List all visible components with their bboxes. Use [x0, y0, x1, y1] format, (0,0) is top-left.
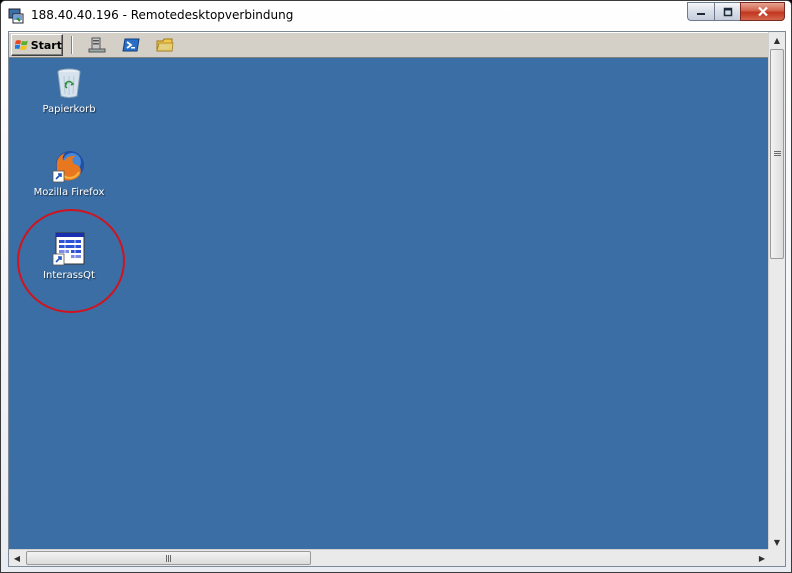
horizontal-scrollbar[interactable]: ◀ ▶	[9, 549, 770, 566]
taskbar-separator	[71, 36, 73, 54]
close-button[interactable]	[740, 2, 785, 21]
remote-desktop-area[interactable]: Start Papierkorb Mozilla Firefox Interas…	[8, 31, 786, 567]
caption-buttons	[687, 2, 785, 22]
scroll-down-button[interactable]: ▼	[769, 534, 785, 550]
close-icon	[757, 6, 768, 17]
server-manager-icon[interactable]	[88, 36, 106, 54]
grip-icon	[165, 554, 172, 562]
minimize-icon	[697, 12, 705, 15]
explorer-folder-icon[interactable]	[156, 36, 174, 54]
vertical-scrollbar[interactable]: ▲ ▼	[768, 32, 785, 550]
remote-taskbar: Start	[9, 32, 777, 58]
arrow-left-icon: ◀	[13, 553, 21, 563]
powershell-icon[interactable]	[122, 36, 140, 54]
start-button[interactable]: Start	[11, 34, 63, 56]
scroll-up-button[interactable]: ▲	[769, 32, 785, 48]
desktop-icon-firefox[interactable]: Mozilla Firefox	[31, 149, 107, 198]
windows-logo-icon	[15, 40, 28, 50]
remote-desktop-window: 188.40.40.196 - Remotedesktopverbindung	[0, 0, 792, 573]
desktop-icon-label: Papierkorb	[42, 104, 96, 115]
arrow-down-icon: ▼	[773, 537, 781, 547]
desktop-icon-recycle-bin[interactable]: Papierkorb	[31, 66, 107, 115]
window-title: 188.40.40.196 - Remotedesktopverbindung	[31, 8, 294, 22]
horizontal-scroll-thumb[interactable]	[26, 551, 311, 565]
arrow-up-icon: ▲	[773, 35, 781, 45]
desktop-icon-label: Mozilla Firefox	[33, 187, 105, 198]
scrollbar-corner	[768, 549, 785, 566]
scroll-left-button[interactable]: ◀	[9, 550, 25, 566]
highlight-circle	[17, 209, 125, 313]
firefox-icon	[52, 151, 84, 183]
arrow-right-icon: ▶	[758, 553, 766, 563]
title-bar[interactable]: 188.40.40.196 - Remotedesktopverbindung	[1, 1, 791, 31]
start-label: Start	[30, 38, 62, 52]
minimize-button[interactable]	[687, 2, 714, 21]
grip-icon	[773, 151, 781, 157]
maximize-icon	[723, 7, 732, 16]
remote-desktop-icon	[8, 8, 24, 24]
maximize-button[interactable]	[714, 2, 740, 21]
vertical-scroll-thumb[interactable]	[770, 49, 784, 259]
recycle-bin-icon	[57, 68, 81, 98]
